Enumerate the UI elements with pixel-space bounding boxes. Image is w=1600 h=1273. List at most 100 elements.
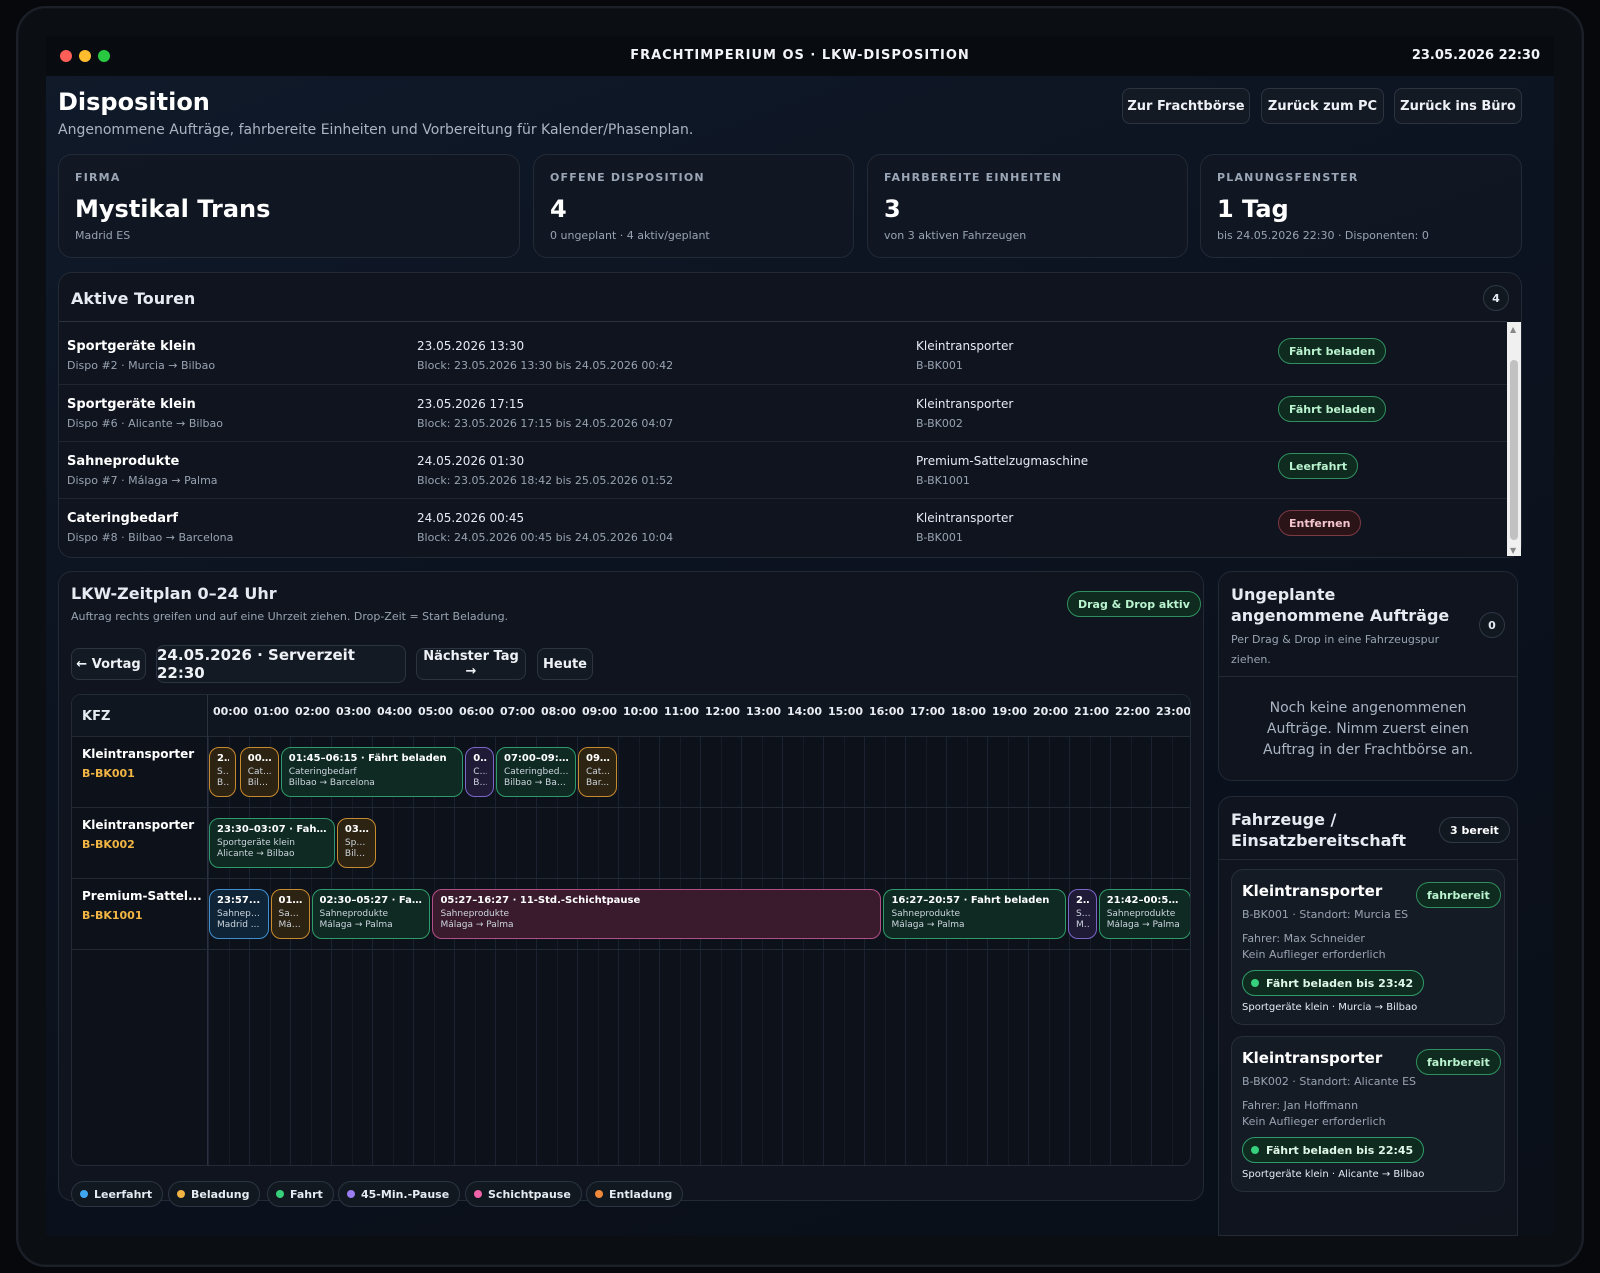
stat-sub: 0 ungeplant · 4 aktiv/geplant: [550, 229, 710, 242]
schedule-block-purple[interactable]: 2... S...M...: [1067, 889, 1097, 939]
tour-row[interactable]: Sahneprodukte Dispo #7 · Málaga → Palma …: [59, 441, 1507, 498]
block-title: 2...: [217, 753, 229, 764]
tour-vehicle: Kleintransporter: [916, 511, 1014, 525]
scroll-up-icon[interactable]: ▲: [1510, 325, 1516, 334]
window-clock: 23.05.2026 22:30: [1411, 48, 1540, 63]
schedule-block-orange[interactable]: 00... Cat... Bilb...: [239, 747, 279, 797]
block-route: B...: [473, 778, 487, 788]
legend-item: Beladung: [168, 1181, 261, 1207]
vehicles-title: Fahrzeuge / Einsatzbereitschaft: [1231, 810, 1407, 850]
back-to-pc-button[interactable]: Zurück zum PC: [1261, 88, 1384, 124]
hour-label: 13:00: [746, 705, 782, 718]
status-dot-icon: [1251, 979, 1259, 987]
schedule-block-orange[interactable]: 2... S...B...: [209, 747, 236, 797]
next-day-button[interactable]: Nächster Tag →: [416, 648, 526, 680]
tour-plate: B-BK1001: [916, 474, 970, 487]
screen: FRACHTIMPERIUM OS · LKW-DISPOSITION 23.0…: [46, 36, 1554, 1236]
block-cargo: Sah...: [278, 909, 303, 919]
schedule-block-green[interactable]: 16:27–20:57 · Fahrt beladen Sahneprodukte…: [883, 889, 1066, 939]
vehicle-track[interactable]: Kleintransporter B-BK002 23:30–03:07 · Fah…: [72, 808, 1190, 879]
tour-plate: B-BK002: [916, 417, 963, 430]
schedule-block-green[interactable]: 21:42–00:52 ... Sahneprodukte Málaga → Pal…: [1098, 889, 1190, 939]
schedule-block-pink[interactable]: 05:27–16:27 · 11-Std.-Schichtpause Sahnep…: [432, 889, 882, 939]
vehicle-route: Sportgeräte klein · Murcia → Bilbao: [1242, 1002, 1418, 1013]
tour-status-badge[interactable]: Fährt beladen: [1278, 338, 1387, 364]
legend-dot-icon: [80, 1190, 88, 1198]
schedule-block-green[interactable]: 02:30–05:27 · Fah... Sahneprodukte Málaga …: [311, 889, 431, 939]
tour-status-badge[interactable]: Fährt beladen: [1278, 396, 1387, 422]
kfz-header: KFZ: [82, 709, 111, 724]
vehicle-status-text: Fährt beladen bis 22:45: [1266, 1143, 1414, 1157]
tour-row[interactable]: Sportgeräte klein Dispo #6 · Alicante → …: [59, 384, 1507, 441]
previous-day-button[interactable]: ← Vortag: [71, 648, 146, 680]
schedule-block-purple[interactable]: 0... C...B...: [465, 747, 494, 797]
legend-item: 45-Min.-Pause: [338, 1181, 461, 1207]
hour-label: 11:00: [664, 705, 700, 718]
vehicle-card[interactable]: Kleintransporter fahrbereit B-BK001 · St…: [1231, 869, 1505, 1025]
vehicles-ready-badge: 3 bereit: [1439, 817, 1510, 843]
timeline-grid: KFZ 00:00 01:00 02:00 03:00 04:00 05:00 06:00 0…: [71, 694, 1191, 1166]
today-button[interactable]: Heute: [537, 648, 593, 680]
track-plate: B-BK002: [82, 838, 135, 851]
tour-block: Block: 23.05.2026 18:42 bis 25.05.2026 0…: [417, 474, 674, 487]
tour-time: 24.05.2026 01:30: [417, 454, 525, 468]
track-label: Kleintransporter B-BK001: [82, 747, 202, 780]
divider: [1219, 859, 1517, 860]
scroll-down-icon[interactable]: ▼: [1510, 546, 1516, 555]
schedule-block-green[interactable]: 01:45–06:15 · Fährt beladen Cateringbedar…: [280, 747, 464, 797]
tour-cargo: Sportgeräte klein: [67, 397, 196, 412]
tour-row[interactable]: Sportgeräte klein Dispo #2 · Murcia → Bi…: [59, 327, 1507, 384]
tour-row[interactable]: Cateringbedarf Dispo #8 · Bilbao → Barce…: [59, 498, 1507, 555]
vehicle-track[interactable]: KleintransporterB-BK0012...S...B...00...…: [72, 737, 1190, 808]
unplanned-subtitle: Per Drag & Drop in eine Fahrzeugspur zie…: [1231, 633, 1440, 666]
track-vehicle-name: Premium-Sattel...: [82, 889, 202, 903]
schedule-block-orange[interactable]: 01... Sah... Mál...: [270, 889, 310, 939]
vehicle-status: Fährt beladen bis 23:42: [1242, 970, 1425, 996]
block-title: 23:30–03:07 · Fahr...: [217, 824, 328, 835]
drag-drop-badge: Drag & Drop aktiv: [1067, 591, 1201, 617]
freight-exchange-button[interactable]: Zur Frachtbörse: [1122, 88, 1250, 124]
status-dot-icon: [1251, 1146, 1259, 1154]
tour-time: 24.05.2026 00:45: [417, 511, 525, 525]
legend-dot-icon: [347, 1190, 355, 1198]
vehicles-panel: Fahrzeuge / Einsatzbereitschaft 3 bereit…: [1218, 796, 1518, 1236]
stat-label: FAHRBEREITE EINHEITEN: [884, 171, 1063, 184]
schedule-block-green[interactable]: 07:00–09:0... CateringbedarfBilbao → Barc…: [496, 747, 576, 797]
hour-label: 09:00: [582, 705, 618, 718]
block-title: 03...: [344, 824, 369, 835]
tour-vehicle: Kleintransporter: [916, 339, 1014, 353]
block-cargo: C...: [473, 767, 487, 777]
remove-tour-button[interactable]: Entfernen: [1278, 510, 1362, 536]
tour-cargo: Sportgeräte klein: [67, 339, 196, 354]
legend-dot-icon: [276, 1190, 284, 1198]
hour-label: 22:00: [1115, 705, 1151, 718]
hour-label: 16:00: [869, 705, 905, 718]
divider: [59, 321, 1507, 322]
legend-item: Entladung: [586, 1181, 684, 1207]
schedule-block-green[interactable]: 23:30–03:07 · Fahr... Sportgeräte klein Al…: [209, 818, 335, 868]
vehicle-route: Sportgeräte klein · Alicante → Bilbao: [1242, 1169, 1425, 1180]
legend-item: Leerfahrt: [71, 1181, 164, 1207]
vehicle-name: Kleintransporter: [1242, 882, 1383, 900]
vehicle-ready-badge: fahrbereit: [1416, 1049, 1501, 1075]
block-cargo: Sahneprodukte: [891, 909, 961, 919]
tour-status-badge[interactable]: Leerfahrt: [1278, 453, 1359, 479]
schedule-block-blue[interactable]: 23:57... Sahnepr... Madrid ...: [209, 889, 269, 939]
tours-scrollbar[interactable]: ▲ ▼: [1507, 322, 1521, 556]
vehicle-track[interactable]: Premium-Sattel... B-BK1001 23:57... Sahnepr…: [72, 879, 1190, 950]
block-cargo: Cateringbedarf: [504, 767, 569, 777]
block-route: M...: [1075, 920, 1090, 930]
stat-value: Mystikal Trans: [75, 195, 271, 223]
block-route: Málaga → Palma: [891, 920, 965, 930]
back-to-office-button[interactable]: Zurück ins Büro: [1394, 88, 1522, 124]
stat-value: 4: [550, 195, 567, 223]
block-route: B...: [217, 778, 229, 788]
hour-label: 07:00: [500, 705, 536, 718]
block-title: 01...: [278, 895, 303, 906]
vehicle-card[interactable]: Kleintransporter fahrbereit B-BK002 · St…: [1231, 1036, 1505, 1192]
schedule-block-orange[interactable]: 03... Spo... Bilb...: [336, 818, 376, 868]
scrollbar-thumb[interactable]: [1510, 360, 1518, 540]
vehicle-name: Kleintransporter: [1242, 1049, 1383, 1067]
schedule-block-orange[interactable]: 09... Cat... Bar...: [578, 747, 617, 797]
block-cargo: S...: [217, 767, 229, 777]
